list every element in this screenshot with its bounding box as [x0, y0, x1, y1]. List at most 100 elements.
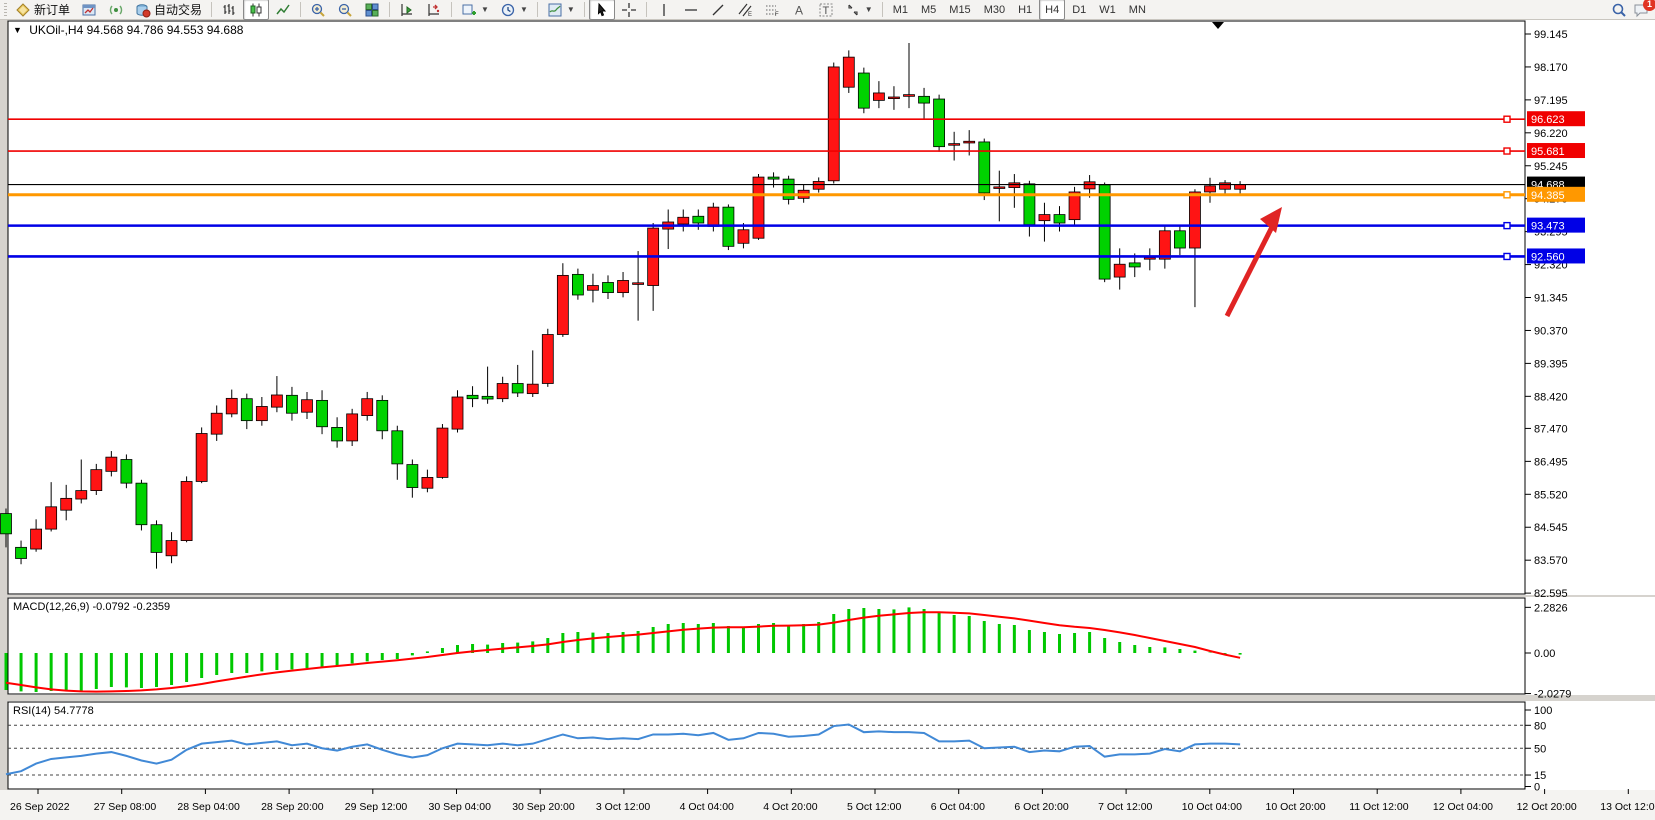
macd-panel[interactable] — [8, 598, 1525, 694]
timeframe-h4-button[interactable]: H4 — [1039, 0, 1065, 20]
level-end-marker[interactable] — [1504, 148, 1510, 154]
time-axis-label: 13 Oct 12:00 — [1600, 801, 1655, 813]
panel-separator[interactable] — [0, 595, 1655, 597]
new-order-button[interactable]: 新订单 — [10, 0, 75, 20]
price-badge-label: 96.623 — [1531, 114, 1565, 126]
charts-window-button[interactable] — [76, 0, 102, 20]
line-chart-mode-button[interactable] — [270, 0, 296, 20]
candle-body — [452, 397, 463, 429]
market-watch-button[interactable] — [103, 0, 129, 20]
candle-body — [151, 525, 162, 553]
candle-body — [678, 217, 689, 224]
auto-trading-button[interactable]: 自动交易 — [130, 0, 207, 20]
price-axis-label: 98.170 — [1534, 62, 1568, 74]
channel-tool-button[interactable]: E — [732, 0, 758, 20]
timeframe-m15-button[interactable]: M15 — [943, 0, 976, 20]
candle-body — [572, 274, 583, 295]
crosshair-tool-button[interactable] — [616, 0, 642, 20]
macd-axis-label: 0.00 — [1534, 648, 1555, 660]
panel-separator[interactable] — [0, 695, 1655, 701]
vertical-line-tool-button[interactable] — [651, 0, 677, 20]
toolbar-separator — [451, 2, 452, 17]
arrows-tool-button[interactable]: ▼ — [840, 0, 878, 20]
price-axis-label: 91.345 — [1534, 293, 1568, 305]
timeframe-m30-button[interactable]: M30 — [978, 0, 1011, 20]
candle-body — [347, 414, 358, 441]
price-axis-label: 83.570 — [1534, 555, 1568, 567]
level-end-marker[interactable] — [1504, 223, 1510, 229]
toolbar-grip[interactable] — [4, 3, 7, 17]
timeframe-d1-button[interactable]: D1 — [1066, 0, 1092, 20]
candle-body — [934, 99, 945, 147]
notifications-button[interactable]: 1 — [1633, 2, 1649, 18]
time-axis-label: 27 Sep 08:00 — [94, 801, 157, 813]
chevron-down-icon: ▼ — [481, 5, 489, 14]
collapse-triangle-icon[interactable]: ▼ — [13, 25, 22, 35]
timeframe-h1-button[interactable]: H1 — [1012, 0, 1038, 20]
candle-body — [1129, 263, 1140, 267]
rsi-value: 54.7778 — [54, 705, 94, 717]
candle-body — [407, 465, 418, 488]
level-end-marker[interactable] — [1504, 116, 1510, 122]
candle-body — [136, 483, 147, 525]
candle-body — [241, 399, 252, 421]
zoom-out-button[interactable] — [332, 0, 358, 20]
cursor-tool-button[interactable] — [589, 0, 615, 20]
candle-body — [738, 230, 749, 244]
chart-shift-icon — [426, 2, 442, 18]
tile-windows-icon — [364, 2, 380, 18]
templates-button[interactable]: ▼ — [542, 0, 580, 20]
time-axis-label: 10 Oct 04:00 — [1182, 801, 1242, 813]
macd-indicator-label: MACD(12,26,9) -0.0792 -0.2359 — [13, 601, 170, 613]
timeframe-m1-button[interactable]: M1 — [887, 0, 914, 20]
price-badge-label: 94.385 — [1531, 190, 1565, 202]
periods-button[interactable]: ▼ — [495, 0, 533, 20]
text-tool-button[interactable]: A — [786, 0, 812, 20]
candle-body — [964, 141, 975, 143]
candle-body — [76, 491, 87, 499]
main-chart-panel[interactable] — [8, 21, 1525, 594]
add-indicator-button[interactable]: ▼ — [456, 0, 494, 20]
toolbar-separator — [211, 2, 212, 17]
svg-text:T: T — [822, 5, 829, 17]
candle-body — [46, 507, 57, 529]
zoom-in-button[interactable] — [305, 0, 331, 20]
candle-body — [527, 384, 538, 393]
candle-body — [843, 57, 854, 87]
rsi-panel[interactable] — [8, 702, 1525, 789]
bar-chart-mode-button[interactable] — [216, 0, 242, 20]
trading-terminal: 新订单 自动交易 — [0, 0, 1655, 820]
candle-body — [1099, 185, 1110, 279]
candle-body — [1174, 231, 1185, 248]
candle-body — [994, 187, 1005, 189]
time-axis-label: 30 Sep 20:00 — [512, 801, 575, 813]
level-end-marker[interactable] — [1504, 253, 1510, 259]
level-end-marker[interactable] — [1504, 192, 1510, 198]
auto-scroll-button[interactable] — [394, 0, 420, 20]
chart-title: ▼ UKOil-,H4 94.568 94.786 94.553 94.688 — [13, 23, 243, 37]
chart-canvas[interactable]: 99.14598.17097.19596.22095.24594.27093.2… — [0, 0, 1655, 820]
time-axis-label: 4 Oct 20:00 — [763, 801, 817, 813]
fibonacci-tool-button[interactable]: F — [759, 0, 785, 20]
time-axis-label: 29 Sep 12:00 — [345, 801, 408, 813]
search-icon[interactable] — [1611, 2, 1627, 18]
candle-body — [557, 275, 568, 334]
clock-icon — [500, 2, 516, 18]
candle-body — [693, 216, 704, 223]
tile-windows-button[interactable] — [359, 0, 385, 20]
candle-body — [497, 383, 508, 398]
timeframe-mn-button[interactable]: MN — [1123, 0, 1152, 20]
candle-body — [377, 400, 388, 430]
timeframe-w1-button[interactable]: W1 — [1093, 0, 1122, 20]
chart-shift-button[interactable] — [421, 0, 447, 20]
candle-body — [708, 207, 719, 226]
candle-body — [31, 529, 42, 549]
horizontal-line-tool-button[interactable] — [678, 0, 704, 20]
candle-body — [256, 406, 267, 420]
candlestick-mode-button[interactable] — [243, 0, 269, 20]
candle-body — [949, 144, 960, 146]
timeframe-m5-button[interactable]: M5 — [915, 0, 942, 20]
text-label-tool-button[interactable]: T — [813, 0, 839, 20]
candle-body — [61, 498, 72, 510]
trendline-tool-button[interactable] — [705, 0, 731, 20]
